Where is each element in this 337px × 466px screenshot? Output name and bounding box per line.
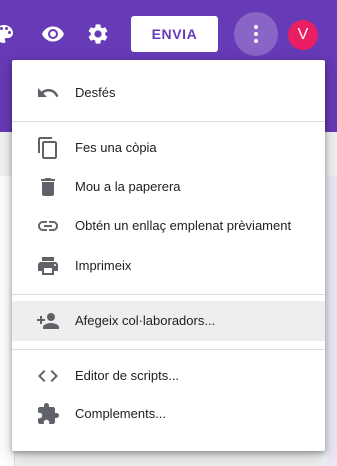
avatar[interactable]: V bbox=[288, 20, 318, 50]
more-options-menu: Desfés Fes una còpia Mou a la paperera O… bbox=[12, 60, 325, 451]
menu-item-move-to-trash[interactable]: Mou a la paperera bbox=[12, 167, 325, 207]
menu-item-script-editor[interactable]: Editor de scripts... bbox=[12, 356, 325, 396]
more-options-button[interactable] bbox=[234, 12, 278, 56]
link-icon bbox=[36, 214, 60, 238]
code-icon bbox=[36, 364, 60, 388]
palette-icon[interactable] bbox=[0, 22, 16, 46]
menu-item-label: Imprimeix bbox=[75, 258, 132, 273]
send-button[interactable]: ENVIA bbox=[131, 16, 218, 52]
menu-divider bbox=[12, 294, 325, 295]
menu-divider bbox=[12, 349, 325, 350]
eye-icon[interactable] bbox=[41, 22, 65, 46]
add-people-icon bbox=[36, 309, 60, 333]
menu-item-label: Fes una còpia bbox=[75, 140, 157, 155]
menu-item-label: Desfés bbox=[75, 85, 116, 100]
menu-item-label: Complements... bbox=[75, 406, 167, 421]
side-panel-edge bbox=[327, 176, 337, 466]
undo-icon bbox=[36, 81, 60, 105]
menu-divider bbox=[12, 121, 325, 122]
copy-icon bbox=[36, 136, 60, 160]
menu-item-label: Editor de scripts... bbox=[75, 368, 180, 383]
menu-item-add-collaborators[interactable]: Afegeix col·laboradors... bbox=[12, 301, 325, 341]
puzzle-icon bbox=[36, 402, 60, 426]
menu-item-label: Afegeix col·laboradors... bbox=[75, 313, 216, 328]
more-vert-icon bbox=[254, 25, 258, 43]
menu-item-label: Mou a la paperera bbox=[75, 179, 181, 194]
menu-item-print[interactable]: Imprimeix bbox=[12, 246, 325, 286]
menu-item-prefilled-link[interactable]: Obtén un enllaç emplenat prèviament bbox=[12, 206, 325, 246]
trash-icon bbox=[36, 175, 60, 199]
gear-icon[interactable] bbox=[86, 22, 110, 46]
menu-item-undo[interactable]: Desfés bbox=[12, 73, 325, 113]
menu-item-label: Obtén un enllaç emplenat prèviament bbox=[75, 218, 292, 233]
print-icon bbox=[36, 254, 60, 278]
menu-item-make-copy[interactable]: Fes una còpia bbox=[12, 128, 325, 168]
menu-item-add-ons[interactable]: Complements... bbox=[12, 394, 325, 434]
